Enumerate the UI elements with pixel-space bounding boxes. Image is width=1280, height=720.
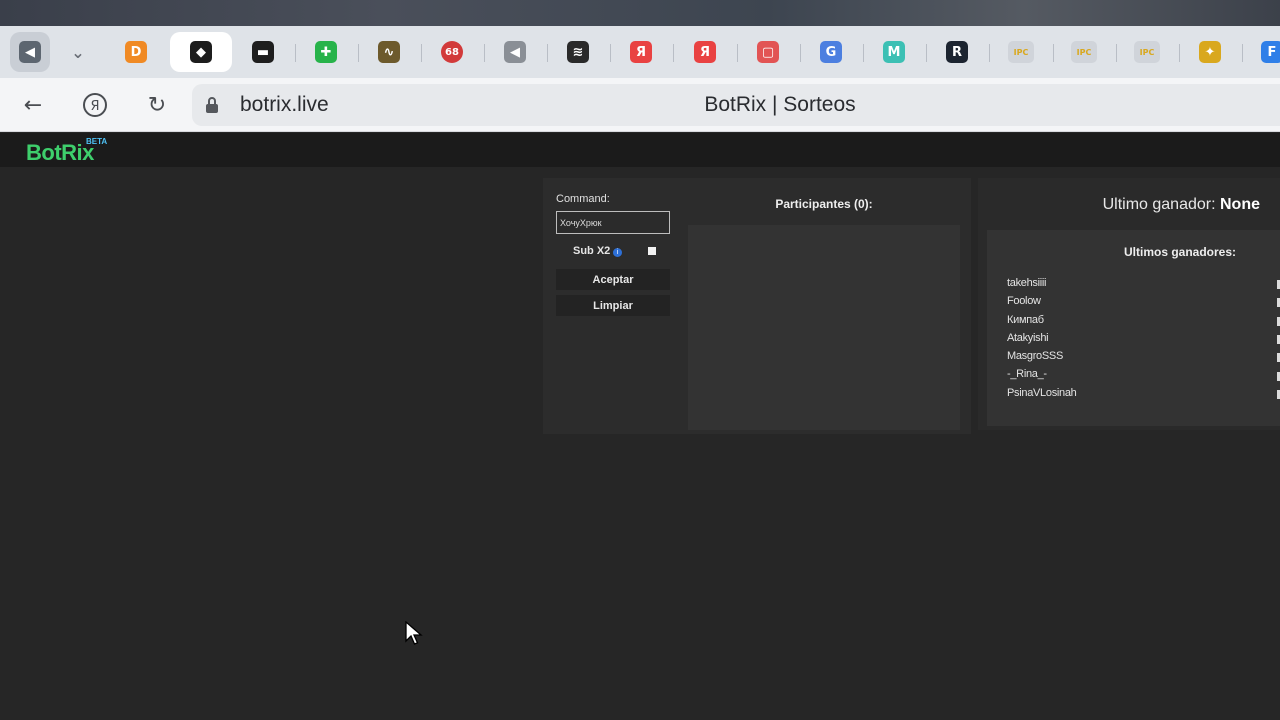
tab-separator xyxy=(547,44,548,62)
browser-tab-18[interactable]: IPC xyxy=(1064,32,1104,72)
green-cross-icon: ✚ xyxy=(315,41,337,63)
tab-separator xyxy=(737,44,738,62)
reload-icon[interactable]: ↻ xyxy=(142,90,172,120)
winner-item: Atakyishi xyxy=(1007,331,1049,344)
tab-separator xyxy=(1116,44,1117,62)
tab-separator xyxy=(358,44,359,62)
yandex-home-icon[interactable]: Я xyxy=(80,90,110,120)
browser-tab-8[interactable]: 68 xyxy=(432,32,472,72)
dark-site-icon: ▬ xyxy=(252,41,274,63)
site-header: BotRix BETA xyxy=(0,133,1280,167)
browser-tab-21[interactable]: F xyxy=(1252,32,1280,72)
tab-separator xyxy=(1242,44,1243,62)
sub-x2-row: Sub X2 i xyxy=(556,245,670,261)
participants-list xyxy=(688,225,960,430)
desktop-wallpaper xyxy=(0,0,1280,26)
browser-tab-2[interactable]: ⌄ xyxy=(58,32,98,72)
address-bar: ← Я ↻ botrix.live BotRix | Sorteos xyxy=(0,78,1280,132)
browser-tab-bar: ◀ ⌄ D ◆ ▬ ✚ ∿ 68 ◀ ≋ Я Я ▢ G M R IPC IPC IPC ✦ F xyxy=(0,26,1280,78)
translate-icon: G xyxy=(820,41,842,63)
tab-separator xyxy=(673,44,674,62)
last-winner-label: Ultimo ganador: xyxy=(1102,196,1216,213)
browser-tab-7[interactable]: ∿ xyxy=(369,32,409,72)
info-icon[interactable]: i xyxy=(613,248,622,257)
browser-tab-15[interactable]: M xyxy=(874,32,914,72)
tab-separator xyxy=(610,44,611,62)
winners-panel: Ultimo ganador: None Ultimos ganadores: … xyxy=(978,178,1280,430)
winner-item: takehsiiii xyxy=(1007,277,1047,289)
browser-tab-6[interactable]: ✚ xyxy=(306,32,346,72)
back-icon[interactable]: ← xyxy=(18,90,48,120)
browser-tab-16[interactable]: R xyxy=(937,32,977,72)
beta-badge: BETA xyxy=(86,137,108,146)
sub-x2-label: Sub X2 xyxy=(573,245,611,257)
botrix-logo[interactable]: BotRix xyxy=(26,140,94,166)
page-title: BotRix | Sorteos xyxy=(704,93,856,116)
accept-button[interactable]: Aceptar xyxy=(556,269,670,290)
browser-tab-10[interactable]: ≋ xyxy=(558,32,598,72)
badge-count-icon: 68 xyxy=(441,41,463,63)
browser-tab-19[interactable]: IPC xyxy=(1127,32,1167,72)
browser-tab-13[interactable]: ▢ xyxy=(748,32,788,72)
last-winner: Ultimo ganador: None xyxy=(1103,196,1260,214)
mouse-cursor-icon xyxy=(405,620,423,652)
participants-title: Participantes (0): xyxy=(775,197,873,211)
url-field[interactable]: botrix.live BotRix | Sorteos xyxy=(192,84,1280,126)
tab-separator xyxy=(295,44,296,62)
browser-tab-9[interactable]: ◀ xyxy=(495,32,535,72)
quill-icon: ≋ xyxy=(567,41,589,63)
browser-tab-12[interactable]: Я xyxy=(685,32,725,72)
recent-winners-list: takehsiiii Foolow Кимпаб Atakyishi MasgroSSS… xyxy=(1007,277,1077,405)
yandex-icon: Я xyxy=(630,41,652,63)
browser-tab-4[interactable]: ◆ xyxy=(170,32,232,72)
r-logo-icon: R xyxy=(946,41,968,63)
browser-tab-17[interactable]: IPC xyxy=(1001,32,1041,72)
command-label: Command: xyxy=(556,193,610,205)
tab-separator xyxy=(421,44,422,62)
winner-item: Foolow xyxy=(1007,295,1041,308)
winner-item: -_Rina_- xyxy=(1007,368,1047,381)
recent-winners-box: Ultimos ganadores: takehsiiii Foolow Кимпа… xyxy=(987,230,1280,426)
tab-separator xyxy=(800,44,801,62)
winner-item: Кимпаб xyxy=(1007,313,1044,326)
clear-button[interactable]: Limpiar xyxy=(556,295,670,316)
tab-separator xyxy=(484,44,485,62)
red-frame-icon: ▢ xyxy=(757,41,779,63)
winner-item: PsinaVLosinah xyxy=(1007,386,1077,399)
yandex-icon: Я xyxy=(694,41,716,63)
ipc-icon: IPC xyxy=(1008,41,1034,63)
browser-tab-20[interactable]: ✦ xyxy=(1190,32,1230,72)
browser-tab-5[interactable]: ▬ xyxy=(243,32,283,72)
browser-tab-14[interactable]: G xyxy=(811,32,851,72)
wave-icon: ∿ xyxy=(378,41,400,63)
recent-winners-title: Ultimos ganadores: xyxy=(1123,245,1237,259)
m-logo-icon: M xyxy=(883,41,905,63)
browser-tab-3[interactable]: D xyxy=(116,32,156,72)
tab-separator xyxy=(1053,44,1054,62)
last-winner-value: None xyxy=(1220,196,1260,213)
speaker-icon: ◀ xyxy=(504,41,526,63)
tab-separator xyxy=(926,44,927,62)
speaker-icon: ◀ xyxy=(19,41,41,63)
d-logo-icon: D xyxy=(125,41,147,63)
browser-tab-11[interactable]: Я xyxy=(621,32,661,72)
chevron-down-icon: ⌄ xyxy=(71,42,85,62)
f-logo-icon: F xyxy=(1261,41,1280,63)
botrix-logo-icon: ◆ xyxy=(190,41,212,63)
ticket-icon: ✦ xyxy=(1199,41,1221,63)
giveaway-panel: Command: Sub X2 i Aceptar Limpiar Partic… xyxy=(543,178,971,434)
sub-x2-checkbox[interactable] xyxy=(648,247,656,255)
ipc-icon: IPC xyxy=(1071,41,1097,63)
tab-separator xyxy=(1179,44,1180,62)
ipc-icon: IPC xyxy=(1134,41,1160,63)
tab-separator xyxy=(989,44,990,62)
command-input[interactable] xyxy=(556,211,670,234)
svg-text:Я: Я xyxy=(90,99,99,114)
winner-item: MasgroSSS xyxy=(1007,350,1063,363)
tab-separator xyxy=(863,44,864,62)
browser-tab-1[interactable]: ◀ xyxy=(10,32,50,72)
